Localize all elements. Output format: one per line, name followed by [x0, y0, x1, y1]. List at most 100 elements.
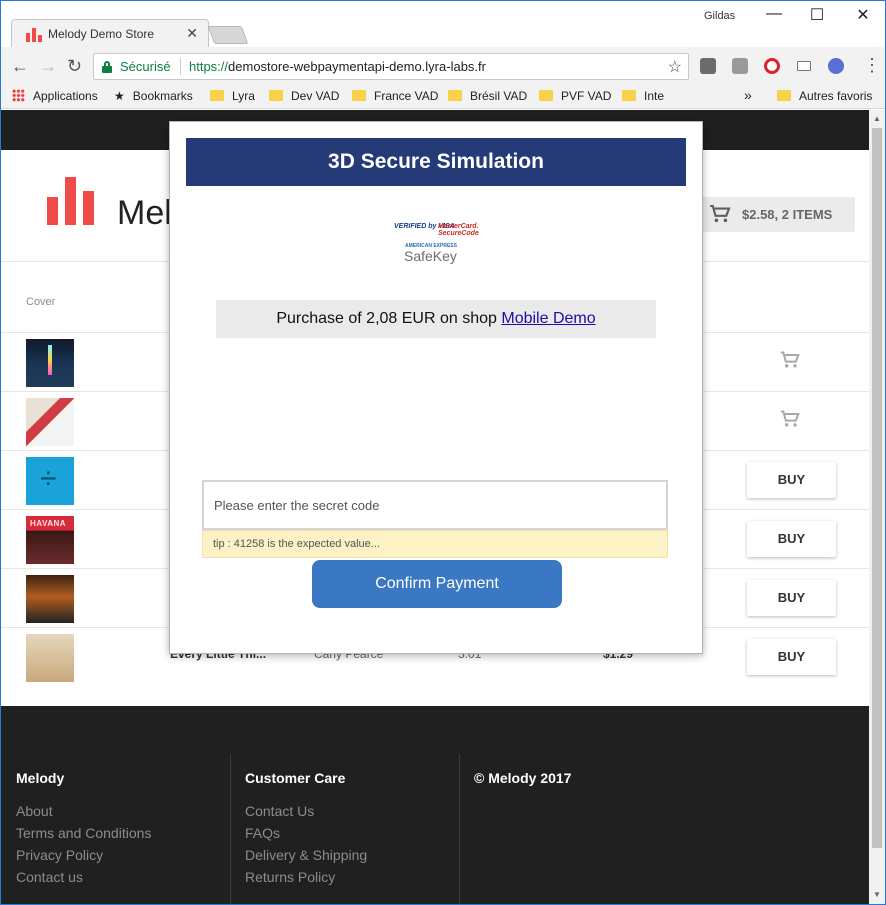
footer-divider [230, 754, 231, 904]
bookmark-label: Bookmarks [132, 89, 193, 103]
address-bar[interactable]: Sécurisé https://demostore-webpaymentapi… [93, 53, 689, 80]
bookmarks-bar: Applications ★ Bookmarks Lyra Dev VAD Fra… [1, 85, 885, 109]
album-cover [26, 339, 74, 387]
new-tab-button[interactable] [207, 26, 249, 44]
folder-icon [777, 90, 791, 101]
footer-title-melody: Melody [16, 770, 65, 786]
maximize-button[interactable]: ☐ [802, 5, 832, 27]
cart-summary: $2.58, 2 ITEMS [742, 207, 833, 222]
cart-button[interactable]: $2.58, 2 ITEMS [701, 197, 855, 232]
album-cover [26, 575, 74, 623]
bookmark-dev-vad[interactable]: Dev VAD [269, 89, 339, 103]
buy-button[interactable]: BUY [747, 462, 836, 498]
star-icon: ★ [114, 89, 125, 103]
bookmark-label: Inte [644, 89, 665, 103]
profile-extension-icon[interactable] [828, 58, 844, 74]
bookmark-inte[interactable]: Inte [622, 89, 664, 103]
close-window-button[interactable]: ✕ [848, 5, 878, 27]
bookmark-label: France VAD [374, 89, 439, 103]
folder-icon [539, 90, 553, 101]
reload-icon[interactable]: ↻ [67, 56, 82, 77]
column-header-cover: Cover [26, 296, 56, 308]
bookmark-france-vad[interactable]: France VAD [352, 89, 438, 103]
purchase-text: Purchase of 2,08 EUR on shop [276, 310, 502, 327]
minimize-button[interactable]: — [759, 5, 789, 27]
scroll-down-icon[interactable]: ▼ [873, 890, 881, 899]
extension-icon-2[interactable] [732, 58, 748, 74]
in-cart-icon[interactable] [780, 351, 800, 369]
footer-copyright: © Melody 2017 [474, 770, 572, 786]
bookmark-bresil-vad[interactable]: Brésil VAD [448, 89, 527, 103]
footer-link-privacy[interactable]: Privacy Policy [16, 847, 103, 863]
card-scheme-logos: VERIFIED by VISA MasterCard. SecureCode … [392, 221, 482, 267]
footer-link-contact-us[interactable]: Contact us [16, 869, 83, 885]
store-brand[interactable]: Mel [117, 194, 172, 233]
opera-icon[interactable] [764, 58, 780, 74]
shop-link[interactable]: Mobile Demo [501, 310, 595, 327]
page-viewport: Mel $2.58, 2 ITEMS Cover BUY BUY BUY [1, 110, 869, 904]
buy-button[interactable]: BUY [747, 580, 836, 616]
browser-tab[interactable]: Melody Demo Store ✕ [11, 19, 209, 48]
bookmark-label: PVF VAD [561, 89, 612, 103]
footer-link-about[interactable]: About [16, 803, 53, 819]
album-cover [26, 634, 74, 682]
safekey-logo: SafeKey [404, 248, 457, 264]
footer-divider [459, 754, 460, 904]
scrollbar-thumb[interactable] [872, 128, 882, 848]
bookmark-applications[interactable]: Applications [12, 89, 98, 103]
buy-button[interactable]: BUY [747, 521, 836, 557]
bookmark-autres-favoris[interactable]: Autres favoris [777, 89, 872, 103]
footer-link-delivery[interactable]: Delivery & Shipping [245, 847, 367, 863]
extension-icon-1[interactable] [700, 58, 716, 74]
menu-icon[interactable]: ⋮ [863, 55, 881, 76]
url-text[interactable]: https://demostore-webpaymentapi-demo.lyr… [189, 59, 486, 74]
page-scrollbar[interactable]: ▲ ▼ [869, 110, 885, 904]
bookmark-label: Autres favoris [799, 89, 873, 103]
footer-link-faqs[interactable]: FAQs [245, 825, 280, 841]
footer-title-customer-care: Customer Care [245, 770, 346, 786]
folder-icon [210, 90, 224, 101]
album-cover [26, 457, 74, 505]
confirm-payment-button[interactable]: Confirm Payment [312, 560, 562, 608]
melody-favicon-icon [26, 28, 42, 42]
bookmark-label: Lyra [232, 89, 255, 103]
tab-close-icon[interactable]: ✕ [186, 25, 198, 42]
bookmark-label: Brésil VAD [470, 89, 528, 103]
browser-toolbar: ← → ↻ Sécurisé https://demostore-webpaym… [1, 47, 885, 85]
scroll-up-icon[interactable]: ▲ [873, 114, 881, 123]
folder-icon [269, 90, 283, 101]
profile-name[interactable]: Gildas [704, 10, 735, 22]
bookmark-pvf-vad[interactable]: PVF VAD [539, 89, 611, 103]
title-bar: Melody Demo Store ✕ Gildas — ☐ ✕ [1, 1, 885, 48]
footer-link-contact[interactable]: Contact Us [245, 803, 314, 819]
in-cart-icon[interactable] [780, 410, 800, 428]
secure-label: Sécurisé [120, 59, 171, 74]
secret-code-input[interactable] [202, 480, 668, 530]
cast-icon[interactable] [797, 61, 811, 71]
bookmark-label: Dev VAD [291, 89, 340, 103]
url-scheme: https:// [189, 59, 229, 74]
lock-icon [102, 61, 112, 73]
3d-secure-modal: 3D Secure Simulation VERIFIED by VISA Ma… [169, 121, 703, 654]
bookmark-lyra[interactable]: Lyra [210, 89, 255, 103]
footer-link-terms[interactable]: Terms and Conditions [16, 825, 151, 841]
bookmark-star-icon[interactable]: ☆ [668, 57, 682, 77]
bookmark-label: Applications [33, 89, 98, 103]
url-host: demostore-webpaymentapi-demo.lyra-labs.f… [228, 59, 486, 74]
footer: Melody About Terms and Conditions Privac… [1, 706, 869, 904]
footer-link-returns[interactable]: Returns Policy [245, 869, 335, 885]
secret-code-tip: tip : 41258 is the expected value... [202, 530, 668, 558]
browser-window: Melody Demo Store ✕ Gildas — ☐ ✕ ← → ↻ S… [0, 0, 886, 905]
back-icon[interactable]: ← [11, 56, 29, 77]
buy-button[interactable]: BUY [747, 639, 836, 675]
forward-icon[interactable]: → [39, 56, 57, 77]
omnibox-separator [180, 58, 181, 75]
bookmark-bookmarks[interactable]: ★ Bookmarks [114, 89, 193, 103]
modal-title: 3D Secure Simulation [186, 138, 686, 186]
apps-grid-icon [12, 89, 25, 102]
purchase-summary: Purchase of 2,08 EUR on shop Mobile Demo [216, 300, 656, 338]
mastercard-securecode-logo: MasterCard. SecureCode [438, 223, 479, 237]
more-bookmarks-icon[interactable]: » [744, 87, 752, 103]
folder-icon [622, 90, 636, 101]
album-cover [26, 398, 74, 446]
